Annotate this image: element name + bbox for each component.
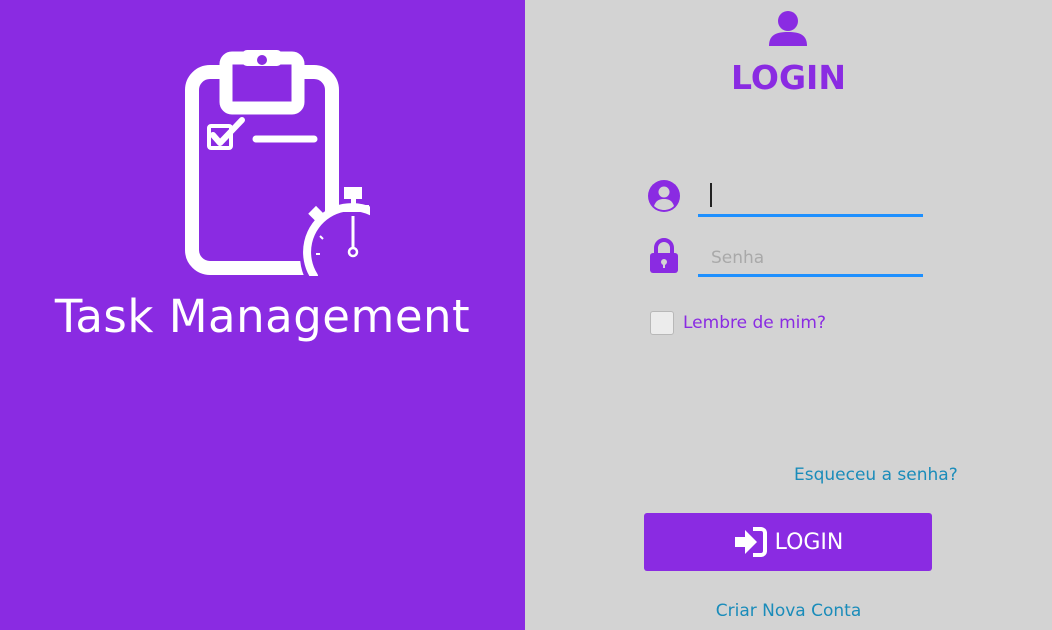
- text-cursor: [710, 183, 712, 207]
- login-button-label: LOGIN: [774, 529, 844, 555]
- user-icon: [768, 8, 808, 53]
- create-account-link[interactable]: Criar Nova Conta: [525, 601, 1052, 621]
- remember-me-checkbox[interactable]: [650, 311, 674, 335]
- app-title: Task Management: [54, 290, 471, 343]
- user-circle-icon: [647, 179, 681, 218]
- login-heading: LOGIN: [731, 58, 846, 97]
- branding-panel: Task Management: [0, 0, 525, 630]
- username-field[interactable]: [698, 181, 923, 217]
- sign-in-icon: [733, 527, 767, 557]
- clipboard-stopwatch-icon: [180, 46, 404, 308]
- forgot-password-link[interactable]: Esqueceu a senha?: [794, 465, 958, 485]
- password-field[interactable]: [698, 241, 923, 277]
- login-panel: LOGIN Lembre de mim? Esqueceu a senha? L…: [525, 0, 1052, 630]
- remember-me-label[interactable]: Lembre de mim?: [683, 313, 826, 333]
- login-button[interactable]: LOGIN: [644, 513, 932, 571]
- lock-icon: [649, 238, 679, 279]
